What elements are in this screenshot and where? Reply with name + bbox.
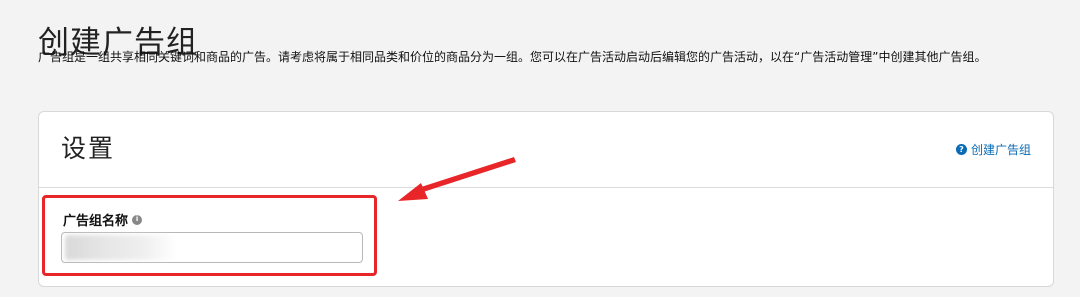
create-ad-group-help-link[interactable]: ? 创建广告组 <box>955 141 1031 158</box>
settings-card: 设置 ? 创建广告组 广告组名称 i <box>38 111 1054 287</box>
help-link-label: 创建广告组 <box>970 143 1031 157</box>
ad-group-name-label: 广告组名称 <box>63 214 129 229</box>
section-title: 设置 <box>61 134 116 163</box>
ad-group-name-input[interactable] <box>61 232 363 263</box>
page-description: 广告组是一组共享相同关键词和商品的广告。请考虑将属于相同品类和价位的商品分为一组… <box>38 50 987 64</box>
settings-card-header: 设置 ? 创建广告组 <box>39 112 1053 188</box>
info-circle-icon[interactable]: i <box>132 214 143 225</box>
ad-group-name-label-row: 广告组名称 i <box>63 210 143 229</box>
question-circle-icon: ? <box>955 144 967 155</box>
